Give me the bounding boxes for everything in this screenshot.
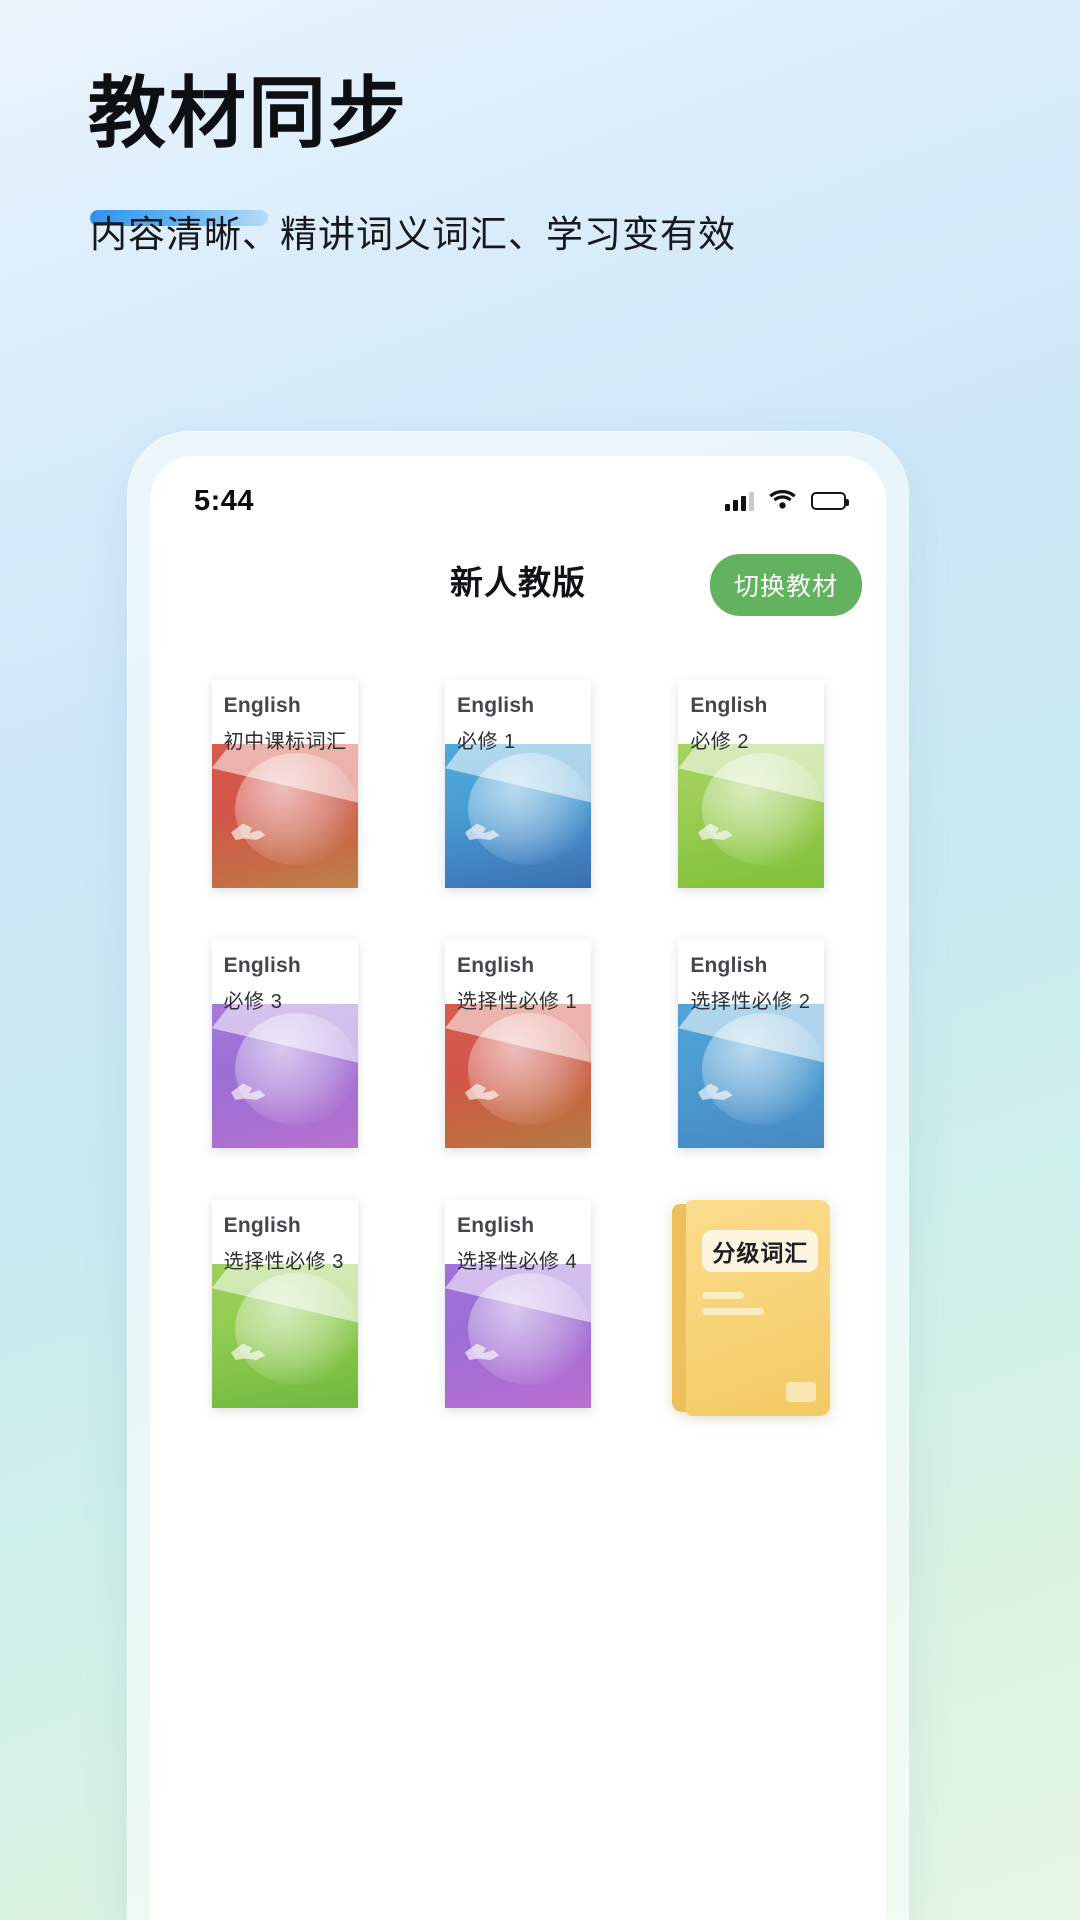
book-text: English 选择性必修 2 [678, 940, 824, 1014]
book-cell: English 必修 1 [418, 680, 618, 888]
book-card[interactable]: English 必修 3 [211, 940, 358, 1148]
book-subject: English [690, 954, 768, 977]
book-subject: English [456, 954, 535, 977]
book-subject: English [456, 1214, 535, 1237]
status-icons [725, 489, 849, 514]
book-volume: 初中课标词汇 [223, 731, 347, 754]
book-volume: 选择性必修 1 [456, 991, 578, 1014]
decorative-line [702, 1308, 765, 1315]
app-header: 新人教版 切换教材 [150, 532, 886, 628]
book-cell: English 选择性必修 2 [651, 940, 851, 1148]
book-text: English 选择性必修 1 [445, 940, 591, 1014]
book-card[interactable]: English 选择性必修 3 [211, 1200, 358, 1408]
book-text: English 选择性必修 4 [445, 1200, 591, 1274]
book-cover-art [211, 1004, 358, 1148]
status-bar: 5:44 [150, 456, 886, 532]
book-card[interactable]: English 选择性必修 2 [678, 940, 825, 1148]
book-volume: 选择性必修 3 [223, 1251, 344, 1274]
book-cell: English 必修 2 [651, 680, 851, 888]
textbook-version-title: 新人教版 [450, 564, 586, 601]
book-cover-art [678, 1004, 825, 1148]
book-volume: 必修 3 [223, 991, 283, 1014]
book-cover-art [444, 1004, 591, 1148]
book-cell: English 选择性必修 3 [185, 1200, 385, 1416]
status-time: 5:44 [194, 484, 255, 517]
decorative-tag [786, 1382, 817, 1402]
book-cover-art [211, 744, 358, 888]
book-cell: English 选择性必修 4 [418, 1200, 618, 1416]
globe-landmass-icon [693, 810, 769, 847]
book-cell: English 必修 3 [185, 940, 385, 1148]
book-cell: 分级词汇 [651, 1200, 851, 1416]
book-volume: 选择性必修 2 [690, 991, 811, 1014]
book-grid: English 初中课标词汇 English 必修 1 English 必修 2… [150, 628, 886, 1416]
book-subject: English [690, 694, 768, 717]
book-volume: 必修 1 [456, 731, 516, 754]
book-subject: English [456, 694, 535, 717]
book-cell: English 选择性必修 1 [418, 940, 618, 1148]
book-subject: English [223, 694, 301, 717]
globe-landmass-icon [226, 1070, 302, 1107]
switch-textbook-button[interactable]: 切换教材 [709, 554, 862, 616]
wifi-icon [769, 489, 796, 514]
book-cover-art [678, 744, 825, 888]
graded-vocabulary-card[interactable]: 分级词汇 [672, 1200, 831, 1416]
decorative-line [702, 1292, 745, 1299]
book-card[interactable]: English 必修 1 [444, 680, 591, 888]
book-card[interactable]: English 初中课标词汇 [211, 680, 358, 888]
globe-landmass-icon [226, 810, 302, 847]
globe-landmass-icon [226, 1330, 302, 1367]
book-volume: 必修 2 [690, 731, 749, 754]
globe-landmass-icon [460, 1070, 536, 1107]
book-cover-art [444, 1264, 591, 1408]
globe-landmass-icon [460, 1330, 536, 1367]
book-text: English 必修 1 [445, 680, 591, 754]
book-card[interactable]: English 选择性必修 4 [444, 1200, 591, 1408]
signal-bars-icon [725, 491, 754, 511]
book-volume: 选择性必修 4 [456, 1251, 578, 1274]
book-cover-art [211, 1264, 358, 1408]
globe-landmass-icon [693, 1070, 769, 1107]
phone-screen: 5:44 新人教版 切换教材 English 初中课标词汇 English 必修… [150, 456, 886, 1920]
book-card[interactable]: English 选择性必修 1 [444, 940, 591, 1148]
book-cell: English 初中课标词汇 [185, 680, 385, 888]
book-card[interactable]: English 必修 2 [678, 680, 825, 888]
promo-header: 教材同步 [88, 68, 988, 226]
page-title: 教材同步 [88, 68, 409, 159]
book-text: English 必修 3 [212, 940, 358, 1014]
book-subject: English [223, 954, 301, 977]
book-cover-art [444, 744, 591, 888]
book-subject: English [223, 1214, 301, 1237]
globe-landmass-icon [460, 810, 536, 847]
book-text: English 必修 2 [678, 680, 824, 754]
book-text: English 选择性必修 3 [212, 1200, 358, 1274]
promo-subtitle: 内容清晰、精讲词义词汇、学习变有效 [90, 213, 736, 256]
battery-icon [811, 492, 849, 510]
graded-vocabulary-label: 分级词汇 [702, 1230, 819, 1272]
book-text: English 初中课标词汇 [212, 680, 358, 754]
